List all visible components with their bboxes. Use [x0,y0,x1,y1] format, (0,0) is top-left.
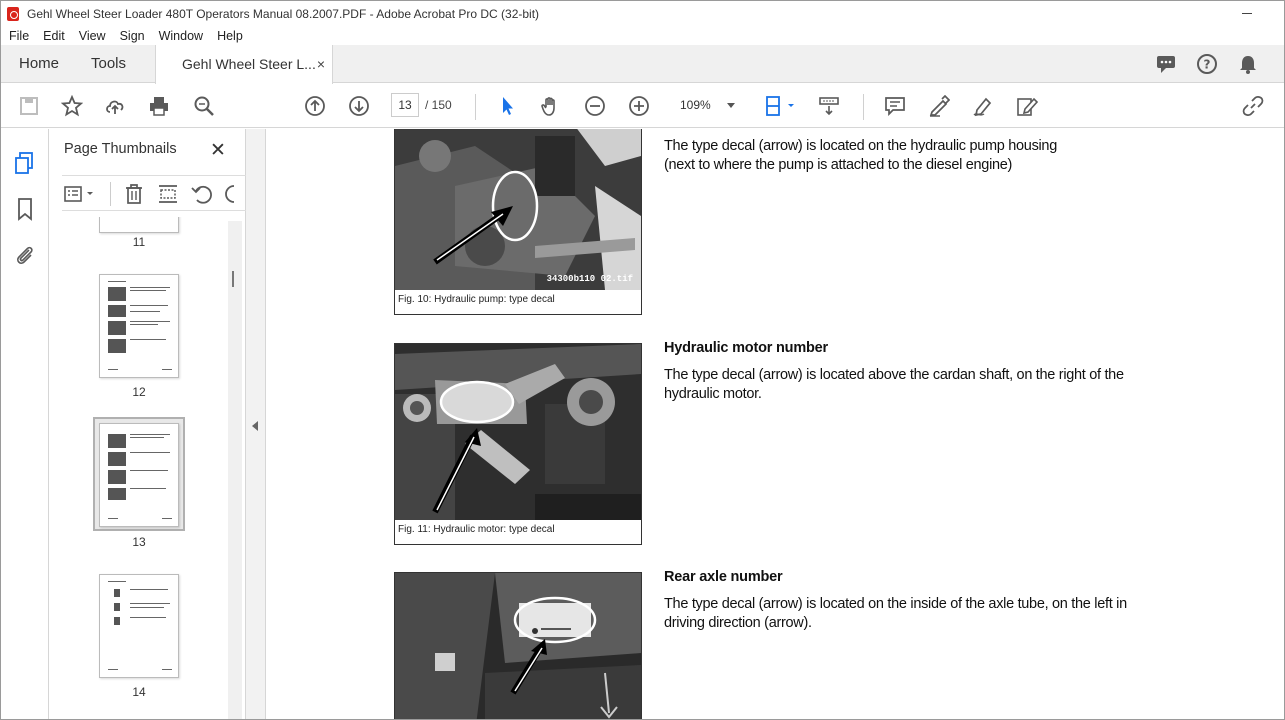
menu-window[interactable]: Window [151,29,209,43]
thumbnail-scrollbar[interactable] [228,221,242,719]
tab-bar: Home Tools Gehl Wheel Steer L... × ? [1,45,1284,84]
close-panel-icon[interactable]: ✕ [210,139,226,162]
thumbnail-page[interactable] [99,217,179,233]
page-total-label: / 150 [425,98,452,112]
share-link-icon[interactable] [1241,94,1265,118]
tab-tools[interactable]: Tools [91,55,126,72]
minimize-icon[interactable] [1240,7,1254,21]
notification-bell-icon[interactable] [1237,53,1259,75]
previous-page-icon[interactable] [303,94,327,118]
axle-decal-text: The type decal (arrow) is located on the… [664,596,1127,631]
thumbnail-options-icon[interactable] [62,182,96,206]
draw-freehand-icon[interactable] [971,94,995,118]
help-icon[interactable]: ? [1196,53,1218,75]
menu-help[interactable]: Help [209,29,249,43]
window-title: Gehl Wheel Steer Loader 480T Operators M… [27,7,540,21]
menu-file[interactable]: File [1,29,35,43]
next-page-icon[interactable] [347,94,371,118]
collapse-arrow-icon [252,421,258,431]
close-tab-icon[interactable]: × [317,56,325,72]
menu-bar: File Edit View Sign Window Help [1,27,1284,45]
hydraulic-motor-photo [395,344,641,520]
bookmarks-icon[interactable] [13,197,37,221]
acrobat-logo-icon [7,7,19,21]
figure-rear-axle [394,572,642,719]
rear-axle-photo [395,573,641,719]
zoom-level-dropdown[interactable]: 109% [671,93,743,117]
page-thumbnails-icon[interactable] [13,151,37,175]
thumbnail-list: 11 12 13 14 [62,217,230,719]
scrollbar-thumb[interactable] [232,271,234,287]
comment-bubble-icon[interactable] [1155,53,1177,75]
menu-view[interactable]: View [71,29,112,43]
delete-trash-icon[interactable] [122,182,146,206]
document-view[interactable]: 34300b110 02.tif Fig. 10: Hydraulic pump… [267,129,1284,719]
thumbnail-page-selected[interactable] [99,423,179,527]
figure-hydraulic-pump: 34300b110 02.tif Fig. 10: Hydraulic pump… [394,129,642,315]
pump-decal-text: The type decal (arrow) is located on the… [664,138,1057,173]
thumbnail-page[interactable] [99,574,179,678]
zoom-level-value: 109% [680,98,711,112]
toolbar-divider [475,94,476,120]
print-icon[interactable] [147,94,171,118]
navigation-rail [1,129,49,719]
zoom-in-icon[interactable] [627,94,651,118]
hydraulic-pump-photo: 34300b110 02.tif [395,129,641,290]
bookmark-star-icon[interactable] [60,94,84,118]
thumbnail-number: 14 [132,685,146,699]
figure-hydraulic-motor: Fig. 11: Hydraulic motor: type decal [394,343,642,545]
thumbnails-panel: Page Thumbnails ✕ 11 12 13 14 [50,129,246,719]
page-fit-icon[interactable] [763,94,799,118]
hand-tool-icon[interactable] [539,94,563,118]
tab-document-label: Gehl Wheel Steer L... [182,56,316,72]
rotate-left-icon[interactable] [190,182,214,206]
title-bar: Gehl Wheel Steer Loader 480T Operators M… [1,1,1284,27]
panel-title: Page Thumbnails [64,141,177,157]
chevron-down-icon [727,103,735,108]
panel-toolbar [62,175,246,211]
highlight-pen-icon[interactable] [927,94,951,118]
heading-rear-axle: Rear axle number [664,569,783,585]
save-icon[interactable] [17,94,41,118]
fill-sign-icon[interactable] [1015,94,1039,118]
svg-text:?: ? [1204,58,1211,72]
tab-home[interactable]: Home [19,55,59,72]
motor-decal-text: The type decal (arrow) is located above … [664,367,1124,402]
zoom-search-icon[interactable] [192,94,216,118]
upload-cloud-icon[interactable] [103,94,127,118]
thumbnail-number: 11 [132,235,146,249]
main-toolbar: 13 / 150 109% [1,84,1284,128]
menu-sign[interactable]: Sign [112,29,151,43]
thumbnail-page[interactable] [99,274,179,378]
photo-file-tag: 34300b110 02.tif [546,274,633,284]
insert-page-icon[interactable] [156,182,180,206]
comment-icon[interactable] [883,94,907,118]
panel-collapse-handle[interactable] [246,129,266,719]
toolbar-divider [863,94,864,120]
acrobat-window: Gehl Wheel Steer Loader 480T Operators M… [0,0,1285,720]
thumbnail-number: 13 [132,535,146,549]
menu-edit[interactable]: Edit [35,29,71,43]
thumbnail-number: 12 [132,385,146,399]
heading-hydraulic-motor: Hydraulic motor number [664,340,828,356]
scroll-mode-icon[interactable] [817,94,841,118]
tab-document[interactable]: Gehl Wheel Steer L... × [155,45,333,84]
figure-caption: Fig. 10: Hydraulic pump: type decal [398,294,555,305]
rotate-right-icon[interactable] [222,182,236,206]
attachments-paperclip-icon[interactable] [13,243,37,267]
figure-caption: Fig. 11: Hydraulic motor: type decal [398,524,555,535]
page-number-input[interactable]: 13 [391,93,419,117]
zoom-out-icon[interactable] [583,94,607,118]
panel-divider [110,182,111,206]
select-cursor-icon[interactable] [495,94,519,118]
